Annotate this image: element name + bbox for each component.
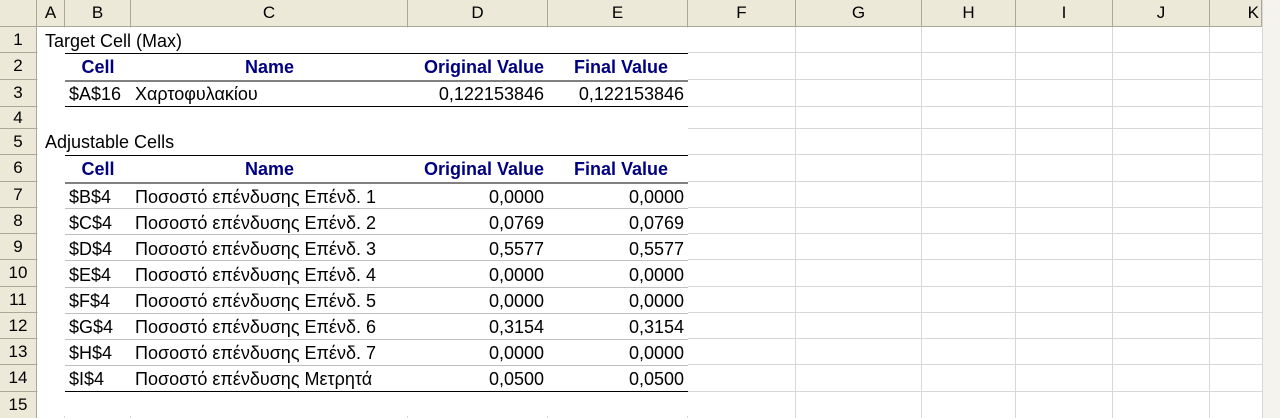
adjustable-row-name[interactable]: Ποσοστό επένδυσης Επένδ. 5 <box>135 291 376 311</box>
column-header-k[interactable]: K <box>1210 0 1262 27</box>
adjustable-row-cell[interactable]: $D$4 <box>69 239 112 259</box>
target-header-name[interactable]: Name <box>131 57 408 77</box>
target-row-name[interactable]: Χαρτοφυλακίου <box>135 84 258 104</box>
adjustable-row-original[interactable]: 0,3154 <box>408 317 544 337</box>
column-header-g[interactable]: G <box>796 0 922 27</box>
adjustable-header-cell[interactable]: Cell <box>65 159 131 179</box>
spreadsheet-grid[interactable]: A B C D E F G H I J K 1 2 3 4 5 6 7 8 9 … <box>0 0 1280 418</box>
adjustable-header-final[interactable]: Final Value <box>548 159 668 179</box>
adjustable-row-final[interactable]: 0,0000 <box>548 343 684 363</box>
select-all-corner[interactable] <box>0 0 37 27</box>
adjustable-row-cell[interactable]: $H$4 <box>69 343 112 363</box>
target-header-final[interactable]: Final Value <box>548 57 668 77</box>
gridline <box>1112 27 1113 418</box>
row-header-6[interactable]: 6 <box>0 155 37 182</box>
target-row-final[interactable]: 0,122153846 <box>548 84 684 104</box>
adjustable-row-name[interactable]: Ποσοστό επένδυσης Επένδ. 1 <box>135 187 376 207</box>
adjustable-row-final[interactable]: 0,0000 <box>548 291 684 311</box>
table-border <box>65 182 688 184</box>
target-row-original[interactable]: 0,122153846 <box>408 84 544 104</box>
adjustable-row-final[interactable]: 0,3154 <box>548 317 684 337</box>
table-border <box>65 391 688 392</box>
table-border <box>65 339 688 340</box>
adjustable-row-original[interactable]: 0,0769 <box>408 213 544 233</box>
vertical-scrollbar[interactable] <box>1262 0 1280 418</box>
column-header-h[interactable]: H <box>922 0 1016 27</box>
row-header-1[interactable]: 1 <box>0 27 37 53</box>
target-row-cell[interactable]: $A$16 <box>69 84 121 104</box>
row-header-3[interactable]: 3 <box>0 80 37 107</box>
adjustable-row-name[interactable]: Ποσοστό επένδυσης Επένδ. 7 <box>135 343 376 363</box>
row-header-10[interactable]: 10 <box>0 260 37 287</box>
target-section-title[interactable]: Target Cell (Max) <box>45 31 182 51</box>
adjustable-row-cell[interactable]: $G$4 <box>69 317 113 337</box>
adjustable-row-final[interactable]: 0,0000 <box>548 265 684 285</box>
row-header-7[interactable]: 7 <box>0 182 37 208</box>
adjustable-row-original[interactable]: 0,5577 <box>408 239 544 259</box>
column-header-i[interactable]: I <box>1016 0 1113 27</box>
adjustable-row-original[interactable]: 0,0000 <box>408 291 544 311</box>
adjustable-row-cell[interactable]: $C$4 <box>69 213 112 233</box>
gridline <box>1015 27 1016 418</box>
adjustable-row-name[interactable]: Ποσοστό επένδυσης Επένδ. 3 <box>135 239 376 259</box>
gridline <box>795 27 796 418</box>
table-border <box>65 53 688 54</box>
table-border <box>65 365 688 366</box>
column-header-e[interactable]: E <box>548 0 688 27</box>
column-header-b[interactable]: B <box>65 0 131 27</box>
row-header-12[interactable]: 12 <box>0 313 37 339</box>
adjustable-row-name[interactable]: Ποσοστό επένδυσης Επένδ. 6 <box>135 317 376 337</box>
row-header-8[interactable]: 8 <box>0 208 37 234</box>
column-header-d[interactable]: D <box>408 0 548 27</box>
row-header-15[interactable]: 15 <box>0 392 37 418</box>
table-border <box>65 80 688 82</box>
adjustable-row-final[interactable]: 0,0000 <box>548 187 684 207</box>
adjustable-row-name[interactable]: Ποσοστό επένδυσης Μετρητά <box>135 369 372 389</box>
adjustable-row-original[interactable]: 0,0000 <box>408 187 544 207</box>
adjustable-header-name[interactable]: Name <box>131 159 408 179</box>
table-border <box>65 313 688 314</box>
adjustable-header-original[interactable]: Original Value <box>408 159 544 179</box>
adjustable-row-cell[interactable]: $F$4 <box>69 291 110 311</box>
table-border <box>65 106 688 107</box>
row-header-5[interactable]: 5 <box>0 129 37 155</box>
adjustable-row-cell[interactable]: $B$4 <box>69 187 111 207</box>
table-border <box>65 208 688 209</box>
adjustable-row-cell[interactable]: $E$4 <box>69 265 111 285</box>
adjustable-row-original[interactable]: 0,0000 <box>408 265 544 285</box>
adjustable-row-name[interactable]: Ποσοστό επένδυσης Επένδ. 2 <box>135 213 376 233</box>
adjustable-section-title[interactable]: Adjustable Cells <box>45 132 174 152</box>
table-border <box>65 260 688 261</box>
adjustable-row-final[interactable]: 0,0500 <box>548 369 684 389</box>
adjustable-row-final[interactable]: 0,0769 <box>548 213 684 233</box>
row-header-14[interactable]: 14 <box>0 365 37 392</box>
adjustable-row-cell[interactable]: $I$4 <box>69 369 104 389</box>
column-header-j[interactable]: J <box>1113 0 1210 27</box>
table-border <box>65 287 688 288</box>
row-header-9[interactable]: 9 <box>0 234 37 260</box>
adjustable-row-original[interactable]: 0,0500 <box>408 369 544 389</box>
column-header-a[interactable]: A <box>37 0 65 27</box>
row-header-4[interactable]: 4 <box>0 107 37 129</box>
target-header-cell[interactable]: Cell <box>65 57 131 77</box>
adjustable-row-name[interactable]: Ποσοστό επένδυσης Επένδ. 4 <box>135 265 376 285</box>
gridline <box>1209 27 1210 418</box>
gridline <box>921 27 922 418</box>
column-header-c[interactable]: C <box>131 0 408 27</box>
table-border <box>65 234 688 235</box>
row-header-2[interactable]: 2 <box>0 53 37 80</box>
adjustable-row-final[interactable]: 0,5577 <box>548 239 684 259</box>
adjustable-row-original[interactable]: 0,0000 <box>408 343 544 363</box>
row-header-13[interactable]: 13 <box>0 339 37 365</box>
target-header-original[interactable]: Original Value <box>408 57 544 77</box>
table-border <box>65 155 688 156</box>
column-header-f[interactable]: F <box>688 0 796 27</box>
row-header-11[interactable]: 11 <box>0 287 37 313</box>
